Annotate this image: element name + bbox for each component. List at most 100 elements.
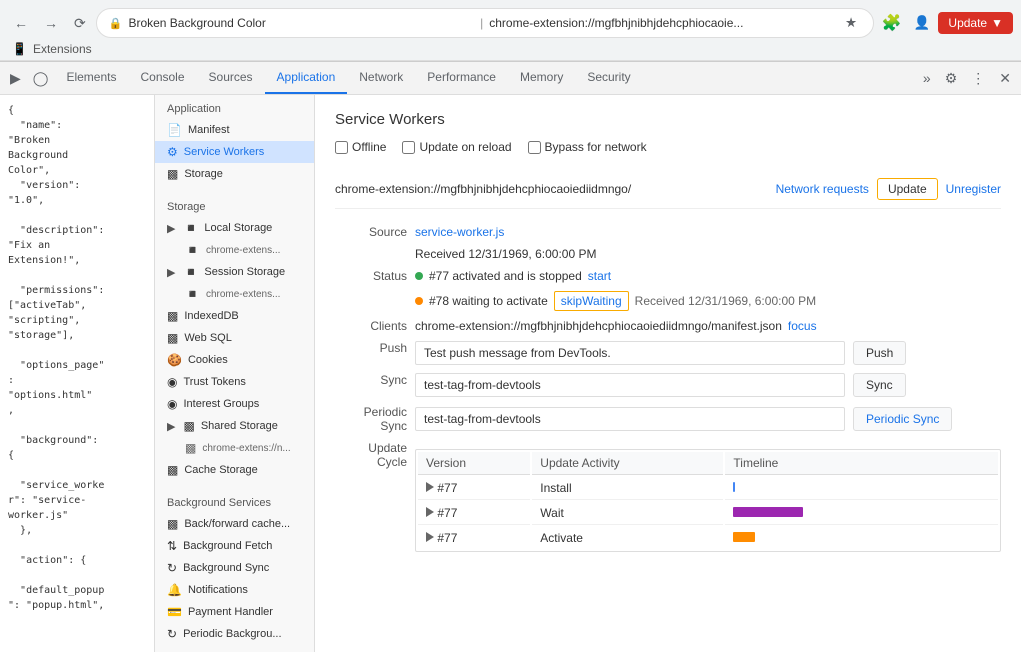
sidebar-item-session-sub[interactable]: ◾ chrome-extens... xyxy=(155,283,314,305)
devtools-icon-inspect[interactable]: ▶ xyxy=(4,66,27,91)
install-bar xyxy=(733,482,735,492)
storage-main-label: Storage xyxy=(184,168,223,180)
more-options-icon[interactable]: ⋮ xyxy=(965,66,991,91)
activate-version-text: #77 xyxy=(437,531,457,545)
sidebar-item-bg-fetch[interactable]: ⇅ Background Fetch xyxy=(155,535,314,557)
activate-toggle[interactable] xyxy=(426,532,434,542)
tab-network[interactable]: Network xyxy=(347,62,415,94)
periodic-sync-input[interactable] xyxy=(415,407,845,431)
offline-checkbox-label[interactable]: Offline xyxy=(335,140,386,154)
sidebar-item-websql[interactable]: ▩ Web SQL xyxy=(155,327,314,349)
col-timeline: Timeline xyxy=(725,452,998,475)
sidebar-item-bg-sync[interactable]: ↻ Background Sync xyxy=(155,557,314,579)
sidebar-item-storage[interactable]: ▩ Storage xyxy=(155,163,314,185)
periodic-sync-button[interactable]: Periodic Sync xyxy=(853,407,952,431)
back-button[interactable]: ← xyxy=(8,11,34,35)
session-sub-label: chrome-extens... xyxy=(206,289,280,300)
address-bar[interactable]: 🔒 Broken Background Color | chrome-exten… xyxy=(96,8,874,38)
tree-toggle-session[interactable]: ▶ xyxy=(167,266,175,279)
tree-toggle-local[interactable]: ▶ xyxy=(167,222,175,235)
push-button[interactable]: Push xyxy=(853,341,906,365)
tab-performance[interactable]: Performance xyxy=(415,62,508,94)
tab-sources[interactable]: Sources xyxy=(197,62,265,94)
cookies-icon: 🍪 xyxy=(167,353,182,367)
sw-update-button[interactable]: Update xyxy=(877,178,938,200)
sidebar-item-service-workers[interactable]: ⚙ Service Workers xyxy=(155,141,314,163)
sidebar-item-payment-handler[interactable]: 💳 Payment Handler xyxy=(155,601,314,623)
cache-storage-label: Cache Storage xyxy=(184,464,257,476)
sync-button[interactable]: Sync xyxy=(853,373,906,397)
activate-version: #77 xyxy=(418,527,530,549)
sidebar-item-cache-storage[interactable]: ▩ Cache Storage xyxy=(155,459,314,481)
manifest-icon: 📄 xyxy=(167,123,182,137)
close-devtools-button[interactable]: ✕ xyxy=(993,66,1017,91)
sidebar-item-local-storage[interactable]: ▶ ◾ Local Storage xyxy=(155,217,314,239)
wait-version-text: #77 xyxy=(437,506,457,520)
push-input[interactable] xyxy=(415,341,845,365)
bg-fetch-icon: ⇅ xyxy=(167,539,177,553)
push-row: Push xyxy=(415,337,1001,369)
start-link[interactable]: start xyxy=(588,269,611,283)
tab-security[interactable]: Security xyxy=(575,62,642,94)
profile-icon[interactable]: 👤 xyxy=(910,13,935,33)
status-waiting-text: #78 waiting to activate xyxy=(429,294,548,308)
sidebar-item-local-storage-sub[interactable]: ◾ chrome-extens... xyxy=(155,239,314,261)
update-cycle-value: Version Update Activity Timeline #77 xyxy=(415,445,1001,556)
bookmark-icon[interactable]: ★ xyxy=(841,13,861,33)
settings-icon[interactable]: ⚙ xyxy=(939,66,964,91)
tab-console[interactable]: Console xyxy=(128,62,196,94)
install-toggle[interactable] xyxy=(426,482,434,492)
install-version: #77 xyxy=(418,477,530,500)
trust-tokens-icon: ◉ xyxy=(167,375,177,389)
bypass-for-network-checkbox[interactable] xyxy=(528,141,541,154)
bypass-for-network-label[interactable]: Bypass for network xyxy=(528,140,647,154)
sidebar-item-trust-tokens[interactable]: ◉ Trust Tokens xyxy=(155,371,314,393)
sidebar-item-notifications[interactable]: 🔔 Notifications xyxy=(155,579,314,601)
sw-unregister-button[interactable]: Unregister xyxy=(946,182,1001,196)
network-requests-link[interactable]: Network requests xyxy=(776,182,869,196)
sidebar-item-shared-storage[interactable]: ▶ ▩ Shared Storage xyxy=(155,415,314,437)
sidebar-item-session-storage[interactable]: ▶ ◾ Session Storage xyxy=(155,261,314,283)
shared-sub-label: chrome-extens://n... xyxy=(202,443,290,454)
devtools-icon-device[interactable]: ◯ xyxy=(27,66,55,91)
local-storage-label: Local Storage xyxy=(204,222,272,234)
sidebar-item-periodic-bg[interactable]: ↻ Periodic Backgrou... xyxy=(155,623,314,645)
update-on-reload-label[interactable]: Update on reload xyxy=(402,140,511,154)
tab-elements[interactable]: Elements xyxy=(54,62,128,94)
tab-application[interactable]: Application xyxy=(265,62,348,94)
col-version: Version xyxy=(418,452,530,475)
update-button[interactable]: Update ▼ xyxy=(938,12,1013,34)
sidebar-item-back-forward[interactable]: ▩ Back/forward cache... xyxy=(155,513,314,535)
sidebar-item-cookies[interactable]: 🍪 Cookies xyxy=(155,349,314,371)
forward-button[interactable]: → xyxy=(38,11,64,35)
tab-memory[interactable]: Memory xyxy=(508,62,575,94)
table-row-activate: #77 Activate xyxy=(418,527,998,549)
clients-text: chrome-extension://mgfbhjnibhjdehcphioca… xyxy=(415,319,782,333)
sync-input[interactable] xyxy=(415,373,845,397)
wait-toggle[interactable] xyxy=(426,507,434,517)
local-storage-sub-label: chrome-extens... xyxy=(206,245,280,256)
periodic-sync-label: Periodic Sync xyxy=(335,401,415,437)
sidebar-item-interest-groups[interactable]: ◉ Interest Groups xyxy=(155,393,314,415)
install-activity: Install xyxy=(532,477,723,500)
sidebar-item-shared-sub[interactable]: ▩ chrome-extens://n... xyxy=(155,437,314,459)
tree-toggle-shared[interactable]: ▶ xyxy=(167,420,175,433)
status-waiting-value: #78 waiting to activate skipWaiting Rece… xyxy=(415,287,1001,315)
sidebar-item-indexeddb[interactable]: ▩ IndexedDB xyxy=(155,305,314,327)
reload-button[interactable]: ⟳ xyxy=(68,11,92,36)
sidebar-item-manifest[interactable]: 📄 Manifest xyxy=(155,119,314,141)
application-section-label: Application xyxy=(155,95,314,119)
clients-value: chrome-extension://mgfbhjnibhjdehcphioca… xyxy=(415,315,1001,337)
notifications-label: Notifications xyxy=(188,584,248,596)
status-active-text: #77 activated and is stopped xyxy=(429,269,582,283)
source-link[interactable]: service-worker.js xyxy=(415,225,504,239)
lock-icon: 🔒 xyxy=(109,17,123,30)
focus-link[interactable]: focus xyxy=(788,319,817,333)
update-on-reload-checkbox[interactable] xyxy=(402,141,415,154)
wait-timeline xyxy=(725,502,998,525)
extensions-label: Extensions xyxy=(33,42,92,56)
extensions-icon[interactable]: 🧩 xyxy=(878,11,906,35)
more-tabs-button[interactable]: » xyxy=(917,66,937,90)
offline-checkbox[interactable] xyxy=(335,141,348,154)
skip-waiting-link[interactable]: skipWaiting xyxy=(554,291,629,311)
